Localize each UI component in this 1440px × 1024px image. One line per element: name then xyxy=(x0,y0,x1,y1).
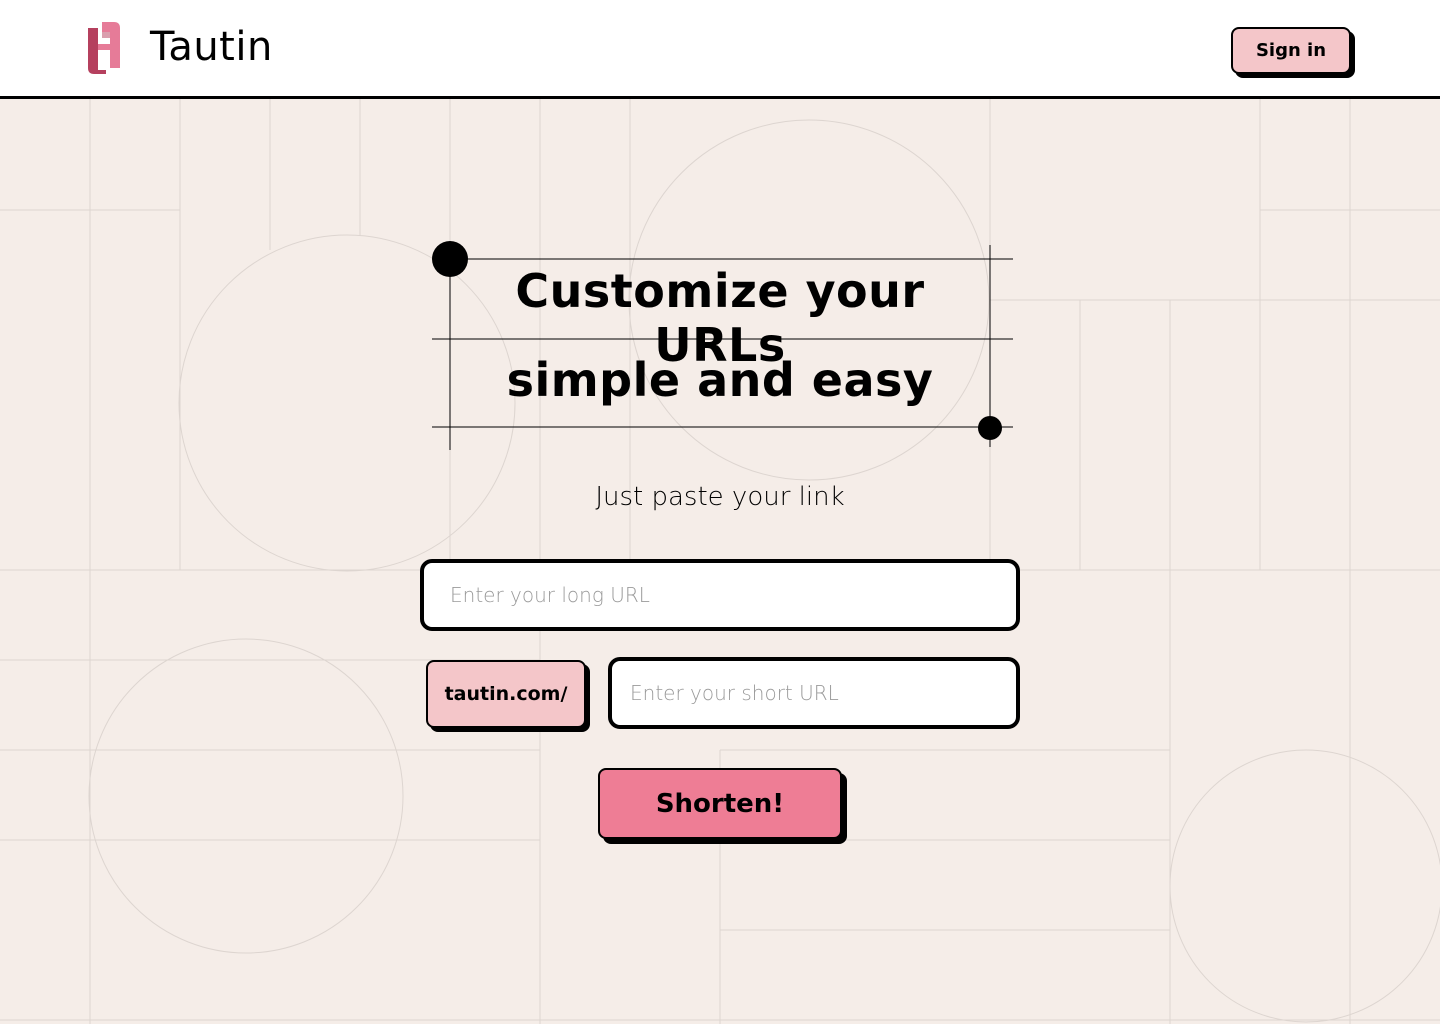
brand-name[interactable]: Tautin xyxy=(150,24,273,70)
hero-subtitle: Just paste your link xyxy=(595,482,845,512)
shorten-button[interactable]: Shorten! xyxy=(598,768,842,839)
tautin-logo-icon[interactable] xyxy=(88,22,120,74)
long-url-input[interactable] xyxy=(420,559,1020,631)
short-url-prefix: tautin.com/ xyxy=(426,660,586,728)
short-url-input[interactable] xyxy=(608,657,1020,729)
hero-title-line-2: simple and easy xyxy=(506,353,934,407)
top-header: Tautin Sign in xyxy=(0,0,1440,99)
sign-in-button[interactable]: Sign in xyxy=(1231,27,1351,74)
